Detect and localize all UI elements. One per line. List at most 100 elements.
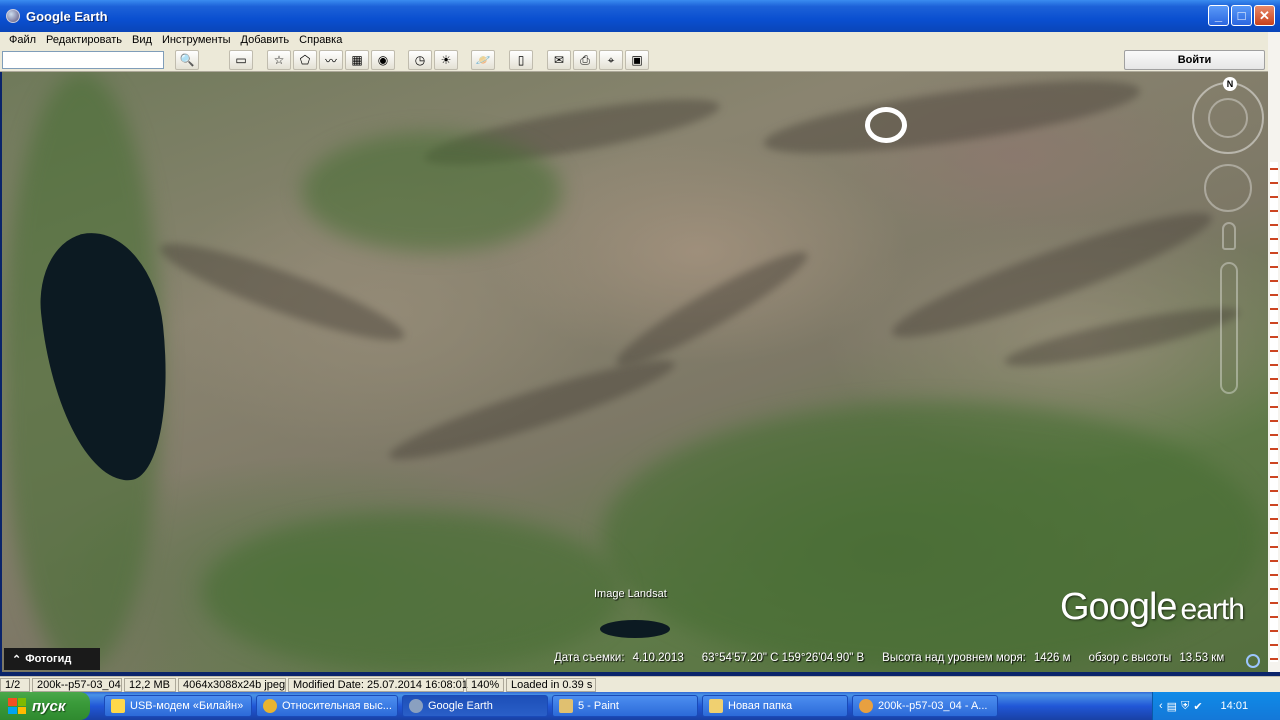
system-tray: ‹ ▤ ⛨ ✔ 14:01	[1152, 692, 1280, 720]
login-button[interactable]: Войти	[1124, 50, 1265, 70]
elevation-value: 1426 м	[1033, 652, 1071, 664]
status-dimensions: 4064x3088x24b jpeg	[178, 677, 286, 692]
image-icon: ▣	[631, 53, 643, 67]
map-viewport[interactable]: N Image Landsat Google earth ⌃ Фотогид Да…	[2, 72, 1268, 672]
minimize-button[interactable]: _	[1208, 5, 1229, 26]
task-label: Относительная выс...	[282, 700, 392, 712]
planet-icon: 🪐	[475, 53, 491, 67]
terrain-ridge	[1001, 297, 1243, 377]
safely-remove-icon[interactable]: ✔	[1193, 700, 1202, 713]
vegetation-area	[602, 402, 1262, 672]
status-filename: 200k--p57-03_04	[32, 677, 122, 692]
sun-icon: ☀	[440, 53, 452, 67]
print-icon: ⎙	[580, 52, 590, 67]
drawn-circle-marker	[865, 107, 907, 143]
network-icon[interactable]: ▤	[1167, 700, 1177, 713]
paint-icon	[559, 699, 573, 713]
google-earth-icon	[6, 9, 20, 23]
status-modified: Modified Date: 25.07.2014 16:08:01	[288, 677, 468, 692]
print-button[interactable]: ⎙	[573, 50, 597, 70]
maps-button[interactable]: ⌖	[599, 50, 623, 70]
eye-altitude-label: обзор с высоты	[1088, 652, 1172, 664]
zoom-slider[interactable]	[1220, 262, 1238, 394]
sidebar-toggle-button[interactable]: ▭	[229, 50, 253, 70]
start-button[interactable]: пуск	[0, 692, 90, 720]
map-info-bar: Дата съемки: 4.10.2013 63°54'57.20" С 15…	[554, 652, 1224, 664]
task-new-folder[interactable]: Новая папка	[702, 695, 848, 717]
placemark-icon: ☆	[273, 53, 285, 67]
polygon-icon: ⬠	[299, 53, 311, 67]
window-titlebar[interactable]: Google Earth _ □ ✕	[0, 0, 1280, 32]
status-filesize: 12,2 MB	[124, 677, 176, 692]
menu-bar: Файл Редактировать Вид Инструменты Добав…	[0, 32, 1280, 48]
task-label: 200k--p57-03_04 - A...	[878, 700, 988, 712]
task-usb-modem[interactable]: USB-модем «Билайн»	[104, 695, 252, 717]
task-google-earth[interactable]: Google Earth	[402, 695, 548, 717]
tray-arrow-icon[interactable]: ‹	[1159, 700, 1163, 712]
status-page: 1/2	[0, 677, 30, 692]
ruler-button[interactable]: ▯	[509, 50, 533, 70]
eye-altitude: обзор с высоты 13.53 км	[1089, 652, 1225, 664]
tour-guide-button[interactable]: ⌃ Фотогид	[4, 648, 100, 670]
path-icon: 〰	[324, 53, 337, 68]
task-label: 5 - Paint	[578, 700, 619, 712]
taskbar: пуск USB-модем «Билайн» Относительная вы…	[0, 692, 1280, 720]
menu-edit[interactable]: Редактировать	[41, 34, 127, 46]
clock-icon: ◷	[414, 53, 426, 67]
task-browser[interactable]: Относительная выс...	[256, 695, 398, 717]
add-polygon-button[interactable]: ⬠	[293, 50, 317, 70]
search-button[interactable]: 🔍	[175, 50, 199, 70]
maximize-button[interactable]: □	[1231, 5, 1252, 26]
modem-icon	[111, 699, 125, 713]
google-earth-icon	[409, 699, 423, 713]
task-paint[interactable]: 5 - Paint	[552, 695, 698, 717]
browser-icon	[263, 699, 277, 713]
sunlight-button[interactable]: ☀	[434, 50, 458, 70]
email-icon: ✉	[553, 53, 565, 67]
move-joystick[interactable]	[1204, 164, 1252, 212]
save-image-button[interactable]: ▣	[625, 50, 649, 70]
record-tour-button[interactable]: ◉	[371, 50, 395, 70]
search-input[interactable]	[2, 51, 164, 69]
shield-icon[interactable]: ⛨	[1181, 700, 1189, 713]
add-placemark-button[interactable]: ☆	[267, 50, 291, 70]
clock[interactable]: 14:01	[1221, 700, 1249, 712]
email-button[interactable]: ✉	[547, 50, 571, 70]
ruler-icon: ▯	[517, 53, 525, 67]
small-lake	[600, 620, 670, 638]
start-label: пуск	[32, 697, 66, 715]
streaming-status-icon	[1246, 654, 1260, 668]
menu-file[interactable]: Файл	[4, 34, 41, 46]
compass-control[interactable]: N	[1192, 77, 1264, 154]
menu-tools[interactable]: Инструменты	[157, 34, 236, 46]
folder-icon	[709, 699, 723, 713]
historical-imagery-button[interactable]: ◷	[408, 50, 432, 70]
switch-planet-button[interactable]: 🪐	[471, 50, 495, 70]
window-controls: _ □ ✕	[1208, 5, 1275, 26]
task-image-viewer[interactable]: 200k--p57-03_04 - A...	[852, 695, 998, 717]
menu-view[interactable]: Вид	[127, 34, 157, 46]
imagery-date-value: 4.10.2013	[632, 652, 684, 664]
status-zoom: 140%	[466, 677, 504, 692]
look-joystick[interactable]	[1208, 98, 1248, 138]
task-label: Новая папка	[728, 700, 793, 712]
tour-icon: ◉	[377, 53, 389, 67]
menu-add[interactable]: Добавить	[236, 34, 295, 46]
maps-icon: ⌖	[607, 52, 615, 67]
terrain-ridge	[152, 228, 412, 356]
close-button[interactable]: ✕	[1254, 5, 1275, 26]
logo-sub: earth	[1180, 593, 1245, 626]
menu-help[interactable]: Справка	[294, 34, 347, 46]
add-overlay-button[interactable]: ▦	[345, 50, 369, 70]
tour-guide-label: Фотогид	[25, 653, 72, 665]
north-indicator[interactable]: N	[1223, 77, 1237, 91]
overlay-icon: ▦	[351, 53, 363, 67]
viewer-icon	[859, 699, 873, 713]
sidebar-icon: ▭	[235, 53, 247, 67]
street-view-pegman-icon[interactable]	[1222, 222, 1236, 250]
imagery-credit: Image Landsat	[594, 588, 667, 600]
imagery-date: Дата съемки: 4.10.2013	[554, 652, 684, 664]
add-path-button[interactable]: 〰	[319, 50, 343, 70]
coordinates: 63°54'57.20" С 159°26'04.90" В	[701, 652, 865, 664]
task-label: USB-модем «Билайн»	[130, 700, 244, 712]
